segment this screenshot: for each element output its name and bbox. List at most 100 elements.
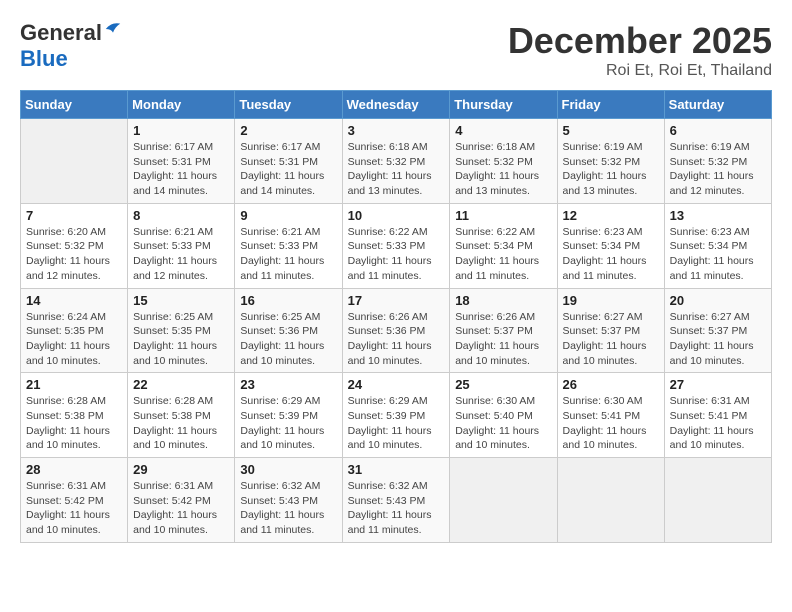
day-number: 3: [348, 123, 445, 138]
day-info: Sunrise: 6:19 AM Sunset: 5:32 PM Dayligh…: [563, 140, 659, 199]
day-number: 26: [563, 377, 659, 392]
day-info: Sunrise: 6:32 AM Sunset: 5:43 PM Dayligh…: [240, 479, 336, 538]
weekday-header-friday: Friday: [557, 91, 664, 119]
weekday-header-tuesday: Tuesday: [235, 91, 342, 119]
day-info: Sunrise: 6:24 AM Sunset: 5:35 PM Dayligh…: [26, 310, 122, 369]
day-info: Sunrise: 6:23 AM Sunset: 5:34 PM Dayligh…: [563, 225, 659, 284]
weekday-header-thursday: Thursday: [450, 91, 557, 119]
weekday-header-wednesday: Wednesday: [342, 91, 450, 119]
day-info: Sunrise: 6:28 AM Sunset: 5:38 PM Dayligh…: [26, 394, 122, 453]
day-number: 20: [670, 293, 766, 308]
calendar-cell: 2 Sunrise: 6:17 AM Sunset: 5:31 PM Daylig…: [235, 119, 342, 204]
calendar-cell: 8Sunrise: 6:21 AM Sunset: 5:33 PM Daylig…: [128, 203, 235, 288]
day-number: 21: [26, 377, 122, 392]
calendar-cell: 20 Sunrise: 6:27 AM Sunset: 5:37 PM Dayli…: [664, 288, 771, 373]
calendar-cell: 15 Sunrise: 6:25 AM Sunset: 5:35 PM Dayli…: [128, 288, 235, 373]
calendar-cell: 23Sunrise: 6:29 AM Sunset: 5:39 PM Dayli…: [235, 373, 342, 458]
logo-text: General Blue: [20, 20, 122, 72]
day-number: 24: [348, 377, 445, 392]
day-info: Sunrise: 6:20 AM Sunset: 5:32 PM Dayligh…: [26, 225, 122, 284]
day-info: Sunrise: 6:22 AM Sunset: 5:33 PM Dayligh…: [348, 225, 445, 284]
day-info: Sunrise: 6:17 AM Sunset: 5:31 PM Dayligh…: [240, 140, 336, 199]
day-info: Sunrise: 6:26 AM Sunset: 5:37 PM Dayligh…: [455, 310, 551, 369]
day-info: Sunrise: 6:31 AM Sunset: 5:41 PM Dayligh…: [670, 394, 766, 453]
day-info: Sunrise: 6:18 AM Sunset: 5:32 PM Dayligh…: [348, 140, 445, 199]
day-number: 18: [455, 293, 551, 308]
calendar-week-4: 21 Sunrise: 6:28 AM Sunset: 5:38 PM Dayli…: [21, 373, 772, 458]
calendar-cell: 22Sunrise: 6:28 AM Sunset: 5:38 PM Dayli…: [128, 373, 235, 458]
calendar-week-2: 7Sunrise: 6:20 AM Sunset: 5:32 PM Daylig…: [21, 203, 772, 288]
calendar-cell: 24 Sunrise: 6:29 AM Sunset: 5:39 PM Dayli…: [342, 373, 450, 458]
calendar-cell: 19Sunrise: 6:27 AM Sunset: 5:37 PM Dayli…: [557, 288, 664, 373]
weekday-header-monday: Monday: [128, 91, 235, 119]
calendar-week-5: 28 Sunrise: 6:31 AM Sunset: 5:42 PM Dayli…: [21, 458, 772, 543]
logo-general: General: [20, 20, 102, 45]
day-info: Sunrise: 6:25 AM Sunset: 5:35 PM Dayligh…: [133, 310, 229, 369]
day-number: 1: [133, 123, 229, 138]
day-number: 19: [563, 293, 659, 308]
day-number: 25: [455, 377, 551, 392]
calendar-cell: 17Sunrise: 6:26 AM Sunset: 5:36 PM Dayli…: [342, 288, 450, 373]
day-info: Sunrise: 6:22 AM Sunset: 5:34 PM Dayligh…: [455, 225, 551, 284]
month-title: December 2025: [508, 20, 772, 62]
day-number: 13: [670, 208, 766, 223]
calendar-cell: 25Sunrise: 6:30 AM Sunset: 5:40 PM Dayli…: [450, 373, 557, 458]
day-info: Sunrise: 6:19 AM Sunset: 5:32 PM Dayligh…: [670, 140, 766, 199]
calendar-cell: 9Sunrise: 6:21 AM Sunset: 5:33 PM Daylig…: [235, 203, 342, 288]
calendar-cell: 11 Sunrise: 6:22 AM Sunset: 5:34 PM Dayli…: [450, 203, 557, 288]
day-info: Sunrise: 6:25 AM Sunset: 5:36 PM Dayligh…: [240, 310, 336, 369]
calendar-cell: 5Sunrise: 6:19 AM Sunset: 5:32 PM Daylig…: [557, 119, 664, 204]
day-info: Sunrise: 6:27 AM Sunset: 5:37 PM Dayligh…: [670, 310, 766, 369]
day-info: Sunrise: 6:30 AM Sunset: 5:41 PM Dayligh…: [563, 394, 659, 453]
day-info: Sunrise: 6:28 AM Sunset: 5:38 PM Dayligh…: [133, 394, 229, 453]
day-info: Sunrise: 6:31 AM Sunset: 5:42 PM Dayligh…: [26, 479, 122, 538]
day-number: 9: [240, 208, 336, 223]
weekday-header-sunday: Sunday: [21, 91, 128, 119]
calendar-cell: 21 Sunrise: 6:28 AM Sunset: 5:38 PM Dayli…: [21, 373, 128, 458]
calendar-cell: 1 Sunrise: 6:17 AM Sunset: 5:31 PM Daylig…: [128, 119, 235, 204]
day-number: 29: [133, 462, 229, 477]
calendar-cell: 29 Sunrise: 6:31 AM Sunset: 5:42 PM Dayli…: [128, 458, 235, 543]
calendar-cell: 13Sunrise: 6:23 AM Sunset: 5:34 PM Dayli…: [664, 203, 771, 288]
day-number: 4: [455, 123, 551, 138]
day-number: 2: [240, 123, 336, 138]
calendar-cell: [557, 458, 664, 543]
calendar-cell: 27 Sunrise: 6:31 AM Sunset: 5:41 PM Dayli…: [664, 373, 771, 458]
day-number: 31: [348, 462, 445, 477]
logo: General Blue: [20, 20, 122, 72]
logo-bird-icon: [104, 20, 122, 38]
calendar-cell: [664, 458, 771, 543]
day-number: 23: [240, 377, 336, 392]
calendar-cell: [21, 119, 128, 204]
calendar-table: SundayMondayTuesdayWednesdayThursdayFrid…: [20, 90, 772, 543]
weekday-header-saturday: Saturday: [664, 91, 771, 119]
calendar-cell: 18 Sunrise: 6:26 AM Sunset: 5:37 PM Dayli…: [450, 288, 557, 373]
day-number: 11: [455, 208, 551, 223]
day-number: 27: [670, 377, 766, 392]
calendar-cell: [450, 458, 557, 543]
calendar-cell: 7Sunrise: 6:20 AM Sunset: 5:32 PM Daylig…: [21, 203, 128, 288]
day-info: Sunrise: 6:29 AM Sunset: 5:39 PM Dayligh…: [348, 394, 445, 453]
day-info: Sunrise: 6:31 AM Sunset: 5:42 PM Dayligh…: [133, 479, 229, 538]
day-info: Sunrise: 6:32 AM Sunset: 5:43 PM Dayligh…: [348, 479, 445, 538]
day-number: 6: [670, 123, 766, 138]
page-header: General Blue December 2025 Roi Et, Roi E…: [20, 20, 772, 80]
day-info: Sunrise: 6:26 AM Sunset: 5:36 PM Dayligh…: [348, 310, 445, 369]
calendar-cell: 28 Sunrise: 6:31 AM Sunset: 5:42 PM Dayli…: [21, 458, 128, 543]
calendar-cell: 12Sunrise: 6:23 AM Sunset: 5:34 PM Dayli…: [557, 203, 664, 288]
day-number: 15: [133, 293, 229, 308]
calendar-cell: 10 Sunrise: 6:22 AM Sunset: 5:33 PM Dayli…: [342, 203, 450, 288]
day-number: 28: [26, 462, 122, 477]
calendar-cell: 30Sunrise: 6:32 AM Sunset: 5:43 PM Dayli…: [235, 458, 342, 543]
calendar-cell: 14Sunrise: 6:24 AM Sunset: 5:35 PM Dayli…: [21, 288, 128, 373]
calendar-cell: 31 Sunrise: 6:32 AM Sunset: 5:43 PM Dayli…: [342, 458, 450, 543]
day-number: 10: [348, 208, 445, 223]
day-info: Sunrise: 6:18 AM Sunset: 5:32 PM Dayligh…: [455, 140, 551, 199]
day-number: 8: [133, 208, 229, 223]
day-number: 16: [240, 293, 336, 308]
day-info: Sunrise: 6:17 AM Sunset: 5:31 PM Dayligh…: [133, 140, 229, 199]
calendar-week-3: 14Sunrise: 6:24 AM Sunset: 5:35 PM Dayli…: [21, 288, 772, 373]
calendar-cell: 16 Sunrise: 6:25 AM Sunset: 5:36 PM Dayli…: [235, 288, 342, 373]
calendar-week-1: 1 Sunrise: 6:17 AM Sunset: 5:31 PM Daylig…: [21, 119, 772, 204]
logo-blue: Blue: [20, 46, 68, 71]
